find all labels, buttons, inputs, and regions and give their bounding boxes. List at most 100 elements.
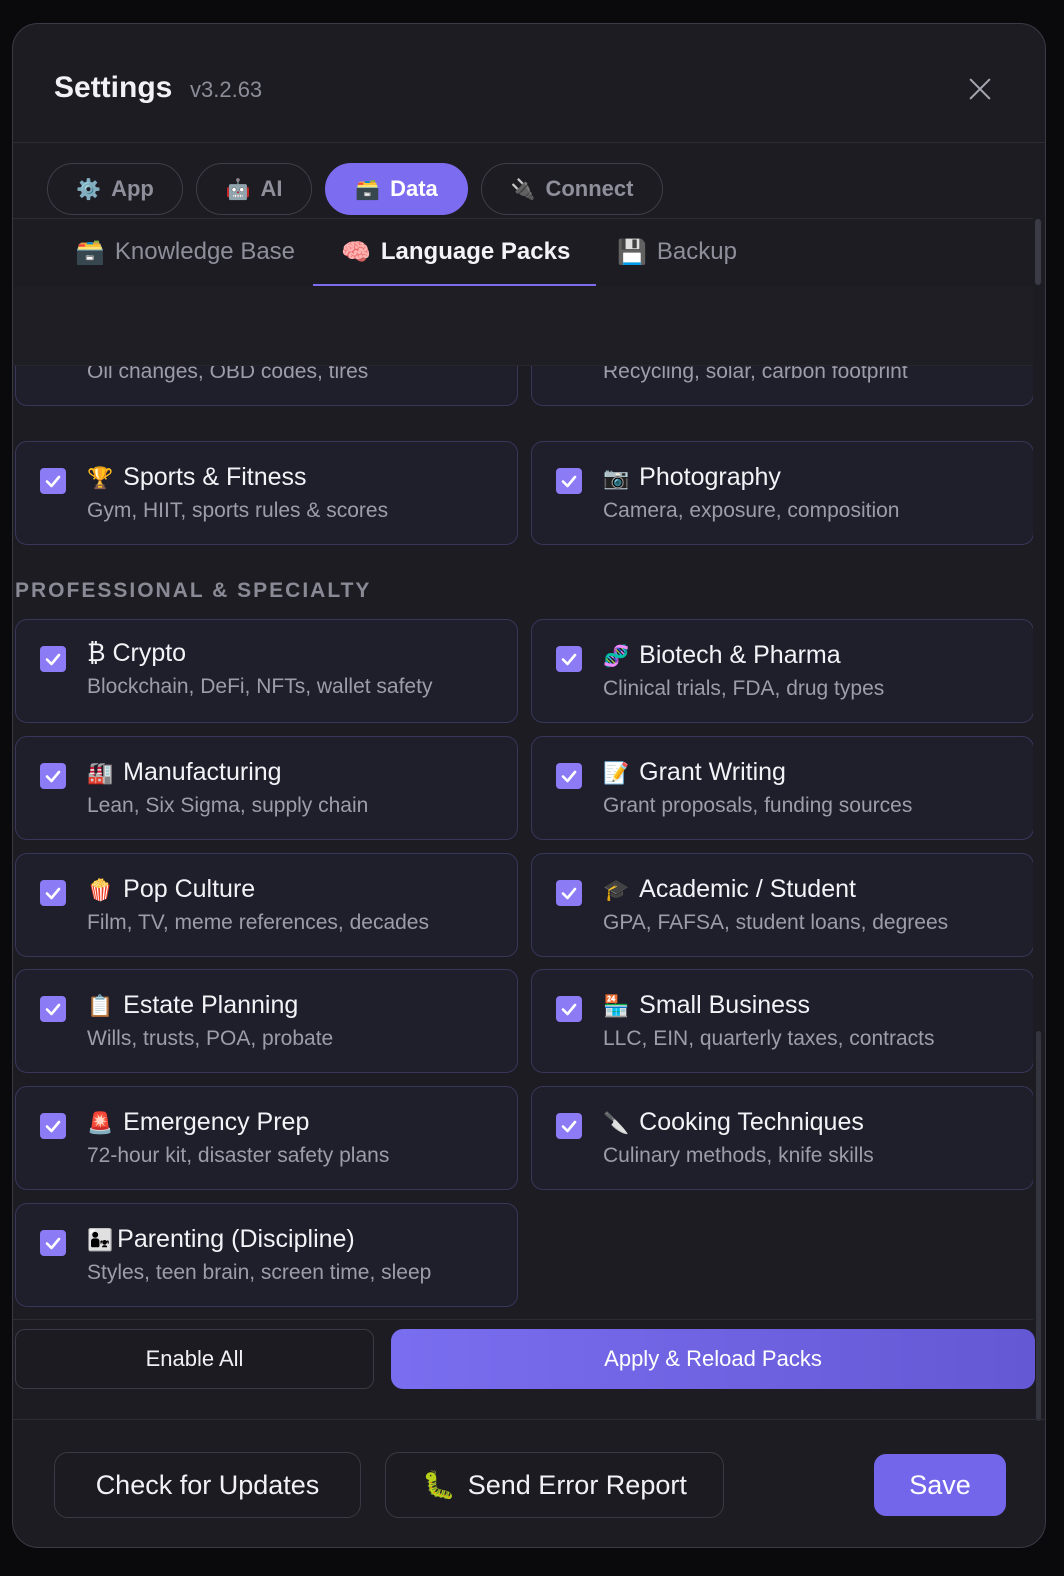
pack-title: Photography [639,463,781,491]
robot-icon: 🤖 [225,178,251,201]
check-icon [561,1003,577,1016]
tab-ai[interactable]: 🤖 AI [196,163,312,215]
pack-checkbox[interactable] [556,763,582,789]
pack-checkbox[interactable] [40,996,66,1022]
subtab-knowledge-base[interactable]: 🗃️ Knowledge Base [73,219,297,285]
check-icon [561,1120,577,1133]
pack-checkbox[interactable] [556,1113,582,1139]
pack-card-pop-culture[interactable]: 🍿 Pop Culture Film, TV, meme references, … [15,853,518,957]
store-icon: 🏪 [603,995,630,1018]
pack-checkbox[interactable] [40,1230,66,1256]
check-icon [45,1120,61,1133]
pack-checkbox[interactable] [40,646,66,672]
check-icon [45,1003,61,1016]
pack-desc: LLC, EIN, quarterly taxes, contracts [603,1027,935,1050]
pack-card-parenting-discipline[interactable]: 👨‍👧 Parenting (Discipline) Styles, teen b… [15,1203,518,1307]
pack-card-cooking-techniques[interactable]: 🔪 Cooking Techniques Culinary methods, kn… [531,1086,1033,1190]
tab-data-label: Data [390,176,438,201]
check-icon [561,770,577,783]
file-cabinet-icon: 🗃️ [75,238,105,266]
check-updates-button[interactable]: Check for Updates [54,1452,361,1518]
pack-title: Pop Culture [123,875,256,903]
pack-checkbox[interactable] [556,996,582,1022]
tabs-scrollbar[interactable] [1035,219,1041,285]
modal-title: Settings [54,71,173,104]
sticky-header-area [13,287,1033,366]
parent-child-icon: 👨‍👧 [87,1229,114,1252]
gear-icon: ⚙️ [76,178,102,201]
tab-ai-label: AI [260,176,283,201]
pack-card-grant-writing[interactable]: 📝 Grant Writing Grant proposals, funding … [531,736,1033,840]
pack-desc: Film, TV, meme references, decades [87,911,429,934]
check-icon [45,475,61,488]
version-label: v3.2.63 [190,77,263,102]
pack-checkbox[interactable] [40,468,66,494]
brain-icon: 🧠 [341,238,371,266]
save-button[interactable]: Save [874,1454,1006,1516]
pack-desc: GPA, FAFSA, student loans, degrees [603,911,949,934]
trophy-icon: 🏆 [87,467,114,490]
plug-icon: 🔌 [510,178,536,201]
popcorn-icon: 🍿 [87,879,114,902]
pack-card-estate-planning[interactable]: 📋 Estate Planning Wills, trusts, POA, pro… [15,969,518,1073]
modal-header: Settings v3.2.63 [13,24,1045,143]
subtab-knowledge-base-label: Knowledge Base [114,238,296,265]
subtab-language-packs-label: Language Packs [380,238,571,265]
pack-title: Parenting (Discipline) [117,1225,355,1253]
factory-icon: 🏭 [87,762,114,785]
pack-desc: Styles, teen brain, screen time, sleep [87,1261,432,1284]
send-error-report-button[interactable]: 🐛 Send Error Report [385,1452,724,1518]
pack-card-manufacturing[interactable]: 🏭 Manufacturing Lean, Six Sigma, supply c… [15,736,518,840]
tab-app-label: App [111,176,154,201]
check-icon [45,887,61,900]
pack-card-crypto[interactable]: ₿ Crypto Blockchain, DeFi, NFTs, wallet … [15,619,518,723]
enable-all-button[interactable]: Enable All [15,1329,374,1389]
pack-title: Small Business [639,991,811,1019]
language-packs-list: Oil changes, OBD codes, tires Recycling,… [13,287,1033,1321]
subtab-backup-label: Backup [656,238,737,265]
pack-checkbox[interactable] [556,646,582,672]
pack-title: Cooking Techniques [639,1108,864,1136]
apply-reload-button[interactable]: Apply & Reload Packs [391,1329,1035,1389]
check-icon [561,475,577,488]
sub-tabs: 🗃️ Knowledge Base 🧠 Language Packs 💾 Bac… [13,218,1033,288]
pack-desc: Gym, HIIT, sports rules & scores [87,499,389,522]
check-icon [561,887,577,900]
pack-desc: Blockchain, DeFi, NFTs, wallet safety [87,675,433,698]
settings-modal: Settings v3.2.63 ⚙️ App 🤖 AI 🗃️ Data 🔌 C… [12,23,1046,1548]
send-error-report-label: Send Error Report [467,1469,687,1500]
pack-card-academic-student[interactable]: 🎓 Academic / Student GPA, FAFSA, student … [531,853,1033,957]
pack-checkbox[interactable] [40,1113,66,1139]
modal-footer: Check for Updates 🐛 Send Error Report Sa… [13,1419,1045,1547]
tab-connect[interactable]: 🔌 Connect [481,163,663,215]
subtab-language-packs[interactable]: 🧠 Language Packs [312,219,597,286]
pack-checkbox[interactable] [556,468,582,494]
pack-title: Biotech & Pharma [639,641,841,669]
pack-title: Grant Writing [639,758,786,786]
tab-app[interactable]: ⚙️ App [47,163,183,215]
check-icon [45,653,61,666]
pack-card-photography[interactable]: 📷 Photography Camera, exposure, compositi… [531,441,1033,545]
list-scrollbar[interactable] [1036,1031,1041,1421]
tab-data[interactable]: 🗃️ Data [325,163,468,215]
clipboard-icon: 📋 [87,995,114,1018]
memo-icon: 📝 [603,762,630,785]
pack-checkbox[interactable] [556,880,582,906]
knife-icon: 🔪 [603,1112,630,1135]
pack-card-sports-fitness[interactable]: 🏆 Sports & Fitness Gym, HIIT, sports rule… [15,441,518,545]
section-title-professional: PROFESSIONAL & SPECIALTY [15,579,372,602]
pack-desc: Grant proposals, funding sources [603,794,913,817]
siren-icon: 🚨 [87,1112,114,1135]
subtab-backup[interactable]: 💾 Backup [615,219,739,285]
pack-checkbox[interactable] [40,880,66,906]
pack-card-small-business[interactable]: 🏪 Small Business LLC, EIN, quarterly taxe… [531,969,1033,1073]
floppy-disk-icon: 💾 [617,238,647,266]
close-icon[interactable] [965,74,995,104]
check-icon [561,653,577,666]
camera-icon: 📷 [603,467,630,490]
pack-card-emergency-prep[interactable]: 🚨 Emergency Prep 72-hour kit, disaster sa… [15,1086,518,1190]
pack-checkbox[interactable] [40,763,66,789]
check-icon [45,770,61,783]
pack-card-biotech-pharma[interactable]: 🧬 Biotech & Pharma Clinical trials, FDA, … [531,619,1033,723]
pack-title: Estate Planning [123,991,299,1019]
